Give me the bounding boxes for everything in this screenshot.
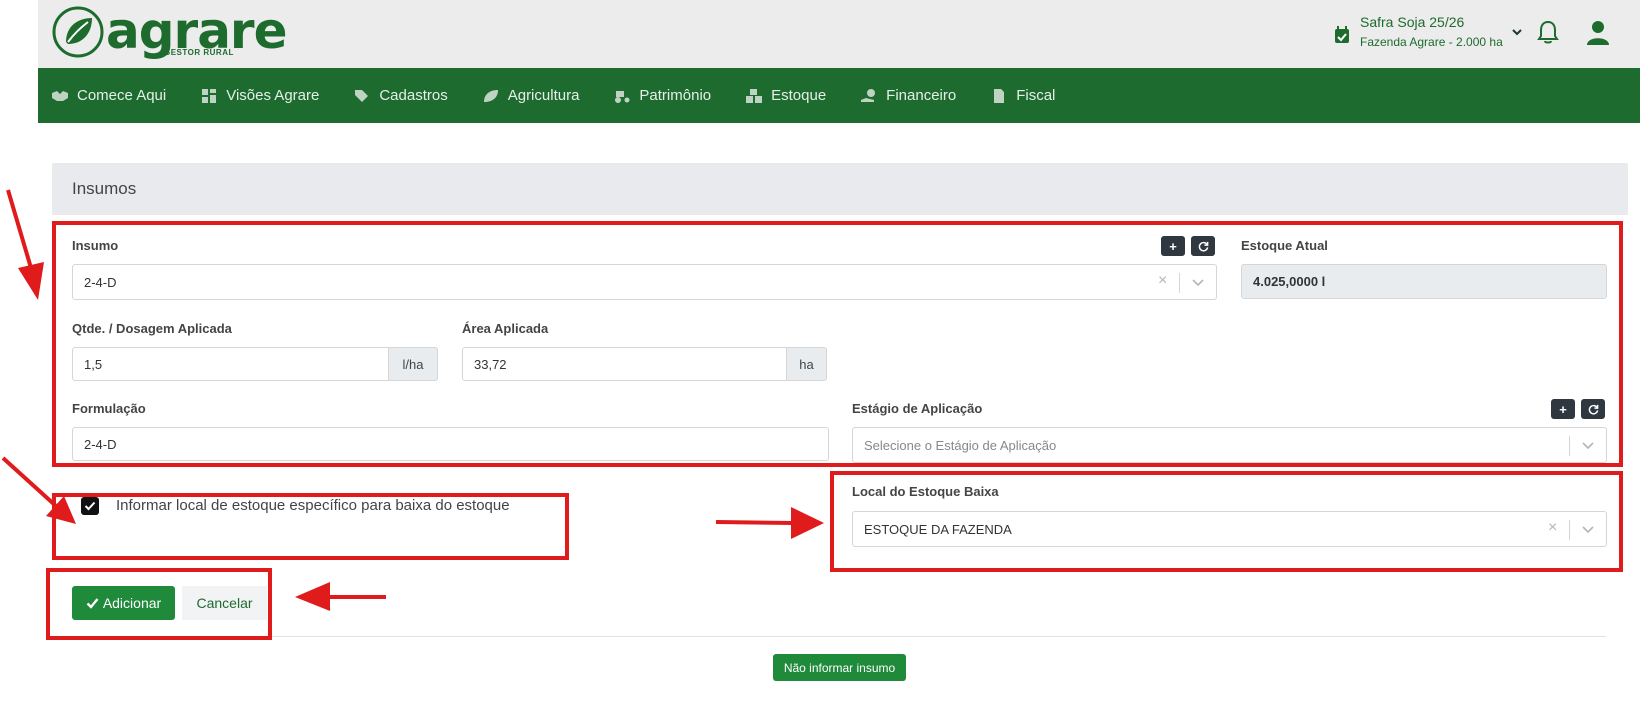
select-separator [1569,520,1570,540]
nav-label: Estoque [771,87,827,104]
logo-tagline: GESTOR RURAL [164,48,234,57]
dosagem-label: Qtde. / Dosagem Aplicada [72,321,232,336]
dashboard-icon [202,88,217,103]
clear-icon[interactable]: × [1158,273,1170,289]
chevron-down-icon[interactable] [1582,524,1594,534]
file-icon [994,88,1005,103]
checkmark-icon [84,501,96,511]
user-icon[interactable] [1584,18,1612,46]
chevron-down-icon[interactable] [1582,440,1594,450]
area-input[interactable]: 33,72 [462,347,787,381]
local-estoque-checkbox[interactable] [81,497,99,515]
nav-comece-aqui[interactable]: Comece Aqui [51,87,166,104]
refresh-icon [1588,404,1598,414]
calendar-check-icon [1335,26,1349,43]
season-farm: Fazenda Agrare - 2.000 ha [1360,35,1503,49]
refresh-insumo-button[interactable] [1191,236,1215,256]
leaf-logo-icon [52,6,104,58]
nav-visoes-agrare[interactable]: Visões Agrare [200,87,319,104]
formulacao-input[interactable]: 2-4-D [72,427,829,461]
arrow-to-form [6,189,44,300]
area-unit: ha [787,347,827,381]
panel-title: Insumos [72,179,137,198]
hand-coin-icon [861,88,876,102]
local-estoque-value: ESTOQUE DA FAZENDA [864,521,1012,537]
nav-label: Visões Agrare [226,87,320,104]
insumo-label: Insumo [72,238,119,253]
estoque-atual-label: Estoque Atual [1241,238,1328,253]
refresh-icon [1198,241,1208,251]
dosagem-value: 1,5 [84,356,103,372]
select-separator [1569,436,1570,456]
boxes-icon [746,88,763,103]
nav-agricultura[interactable]: Agricultura [482,87,580,104]
adicionar-button[interactable]: Adicionar [72,586,175,620]
tractor-icon [615,90,630,103]
divider [72,636,1606,637]
area-label: Área Aplicada [462,321,549,336]
check-icon [86,598,99,609]
tags-icon [355,89,369,102]
nav-label: Cadastros [379,87,448,104]
nav-label: Comece Aqui [77,87,167,104]
estagio-select[interactable]: Selecione o Estágio de Aplicação [852,427,1607,463]
dosagem-unit: l/ha [389,347,438,381]
season-title: Safra Soja 25/26 [1360,14,1465,30]
main-navbar: Comece Aqui Visões Agrare Cadastros Agri… [38,68,1640,123]
add-insumo-button[interactable]: + [1161,236,1185,256]
cancelar-button[interactable]: Cancelar [182,586,267,620]
plus-icon: + [1559,401,1567,417]
nao-informar-insumo-button[interactable]: Não informar insumo [773,654,906,681]
nav-label: Agricultura [507,87,580,104]
chevron-down-icon[interactable] [1511,26,1523,38]
area-value: 33,72 [474,356,507,372]
estoque-atual-field: 4.025,0000 l [1241,264,1607,299]
agrare-logo[interactable]: agrare GESTOR RURAL [52,2,287,60]
dosagem-input[interactable]: 1,5 [72,347,389,381]
nav-patrimonio[interactable]: Patrimônio [613,87,711,104]
nav-estoque[interactable]: Estoque [745,87,826,104]
insumo-value: 2-4-D [84,274,117,290]
insumo-select[interactable]: 2-4-D × [72,264,1217,300]
clear-icon[interactable]: × [1548,520,1560,536]
select-separator [1179,273,1180,293]
nav-fiscal[interactable]: Fiscal [990,87,1055,104]
nav-label: Patrimônio [639,87,712,104]
local-estoque-checkbox-label[interactable]: Informar local de estoque específico par… [116,497,510,514]
leaf-icon [483,89,498,102]
nav-label: Financeiro [886,87,957,104]
bell-icon[interactable] [1536,19,1560,45]
adicionar-label: Adicionar [102,595,162,611]
local-estoque-select[interactable]: ESTOQUE DA FAZENDA × [852,511,1607,547]
add-estagio-button[interactable]: + [1551,399,1575,419]
handshake-icon [52,90,68,101]
local-estoque-label: Local do Estoque Baixa [852,484,999,499]
formulacao-label: Formulação [72,401,146,416]
nav-cadastros[interactable]: Cadastros [353,87,448,104]
refresh-estagio-button[interactable] [1581,399,1605,419]
nav-label: Fiscal [1016,87,1056,104]
formulacao-value: 2-4-D [84,436,117,452]
chevron-down-icon[interactable] [1192,277,1204,287]
season-selector[interactable]: Safra Soja 25/26 Fazenda Agrare - 2.000 … [1334,14,1523,54]
panel-header: Insumos [52,163,1628,215]
plus-icon: + [1169,238,1177,254]
nav-financeiro[interactable]: Financeiro [860,87,956,104]
estoque-atual-value: 4.025,0000 l [1253,274,1326,289]
estagio-placeholder: Selecione o Estágio de Aplicação [864,437,1057,453]
estagio-label: Estágio de Aplicação [852,401,983,416]
previous-card-bottom [52,123,1628,138]
